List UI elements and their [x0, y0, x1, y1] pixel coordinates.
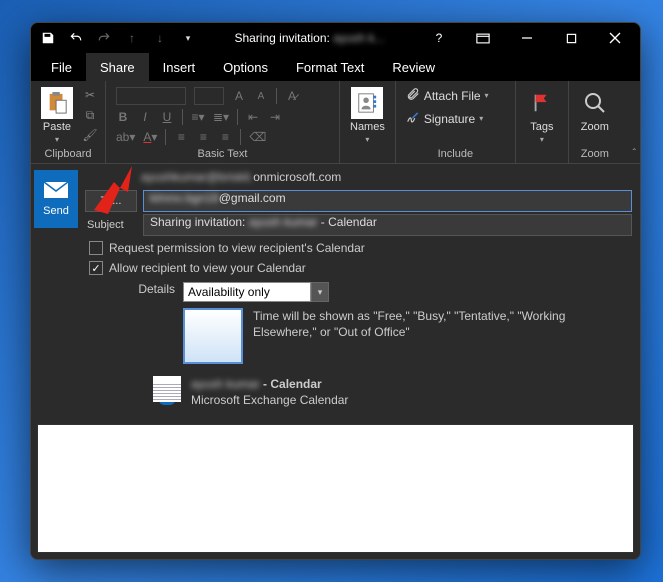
details-select[interactable]: Availability only — [183, 282, 311, 302]
tab-share[interactable]: Share — [86, 53, 149, 81]
collapse-ribbon-icon[interactable]: ˆ — [633, 148, 636, 159]
ribbon-group-clipboard: Paste ▾ ✂ ⧉ 🖌 Clipboard — [31, 81, 106, 163]
envelope-icon — [44, 182, 68, 201]
to-button[interactable]: To... — [85, 190, 137, 212]
numbering-icon[interactable]: ≣▾ — [213, 110, 229, 124]
bullets-icon[interactable]: ≡▾ — [191, 110, 205, 124]
indent-right-icon[interactable]: ⇥ — [268, 110, 282, 124]
redo-icon[interactable] — [91, 25, 117, 51]
minimize-button[interactable] — [506, 24, 548, 52]
to-field[interactable]: klmno.bgn18@gmail.com — [143, 190, 632, 212]
group-label-basictext: Basic Text — [112, 147, 333, 161]
ribbon: Paste ▾ ✂ ⧉ 🖌 Clipboard A — [31, 81, 640, 164]
undo-icon[interactable] — [63, 25, 89, 51]
font-size-select[interactable] — [194, 87, 224, 105]
details-label: Details — [85, 282, 175, 296]
align-center-icon[interactable]: ≡ — [196, 130, 210, 144]
qat-customize-icon[interactable]: ▾ — [175, 25, 201, 51]
request-permission-label: Request permission to view recipient's C… — [109, 241, 365, 255]
font-name-select[interactable] — [116, 87, 186, 105]
allow-view-checkbox[interactable] — [89, 261, 103, 275]
paperclip-icon — [406, 87, 420, 104]
message-body[interactable] — [37, 424, 634, 553]
group-label-clipboard: Clipboard — [37, 147, 99, 161]
calendar-icon — [153, 376, 181, 402]
copy-icon[interactable]: ⧉ — [81, 107, 99, 123]
zoom-button[interactable]: Zoom — [575, 85, 615, 135]
compose-area: Send ayushkumar@briskit.onmicrosoft.com … — [31, 164, 640, 559]
subject-label: Subject — [85, 219, 137, 231]
window-title: Sharing invitation: ayush k... — [201, 31, 418, 45]
eraser-icon[interactable]: ⌫ — [249, 130, 266, 144]
underline-button[interactable]: U — [160, 110, 174, 124]
signature-button[interactable]: Signature ▾ — [402, 108, 493, 129]
flag-icon — [526, 87, 558, 119]
maximize-button[interactable] — [550, 24, 592, 52]
names-button[interactable]: Names ▾ — [346, 85, 389, 146]
group-label-include: Include — [402, 147, 509, 161]
signature-icon — [406, 110, 420, 127]
outlook-window: ↑ ↓ ▾ Sharing invitation: ayush k... ? — [30, 22, 641, 560]
ribbon-group-basic-text: A A A̷ B I U ≡▾ ≣▾ ⇤ ⇥ — [106, 81, 340, 163]
group-label-zoom: Zoom — [575, 147, 615, 161]
attach-file-button[interactable]: Attach File ▾ — [402, 85, 493, 106]
window-mode-icon[interactable] — [462, 24, 504, 52]
paste-icon — [41, 87, 73, 119]
align-left-icon[interactable]: ≡ — [174, 130, 188, 144]
calendar-info: ayush kumar - Calendar Microsoft Exchang… — [191, 376, 348, 408]
tab-file[interactable]: File — [37, 53, 86, 81]
tab-options[interactable]: Options — [209, 53, 282, 81]
address-book-icon — [351, 87, 383, 119]
tab-insert[interactable]: Insert — [149, 53, 210, 81]
align-right-icon[interactable]: ≡ — [218, 130, 232, 144]
cut-icon[interactable]: ✂ — [81, 87, 99, 103]
paste-button[interactable]: Paste ▾ — [37, 85, 77, 146]
font-color-icon[interactable]: A▾ — [143, 130, 157, 144]
chevron-down-icon: ▾ — [479, 114, 483, 123]
close-button[interactable] — [594, 24, 636, 52]
highlight-icon[interactable]: ab▾ — [116, 130, 135, 144]
indent-left-icon[interactable]: ⇤ — [246, 110, 260, 124]
request-permission-checkbox[interactable] — [89, 241, 103, 255]
ribbon-group-names: Names ▾ — [340, 81, 396, 163]
chevron-down-icon: ▾ — [55, 135, 59, 144]
arrow-down-icon[interactable]: ↓ — [147, 25, 173, 51]
tab-format-text[interactable]: Format Text — [282, 53, 378, 81]
clear-format-icon[interactable]: A̷ — [285, 89, 299, 103]
chevron-down-icon: ▾ — [540, 135, 544, 144]
allow-view-label: Allow recipient to view your Calendar — [109, 261, 306, 275]
bold-button[interactable]: B — [116, 110, 130, 124]
ribbon-group-tags: Tags ▾ — [516, 81, 569, 163]
titlebar: ↑ ↓ ▾ Sharing invitation: ayush k... ? — [31, 23, 640, 53]
chevron-down-icon: ▾ — [485, 91, 489, 100]
arrow-up-icon[interactable]: ↑ — [119, 25, 145, 51]
menu-tabs: File Share Insert Options Format Text Re… — [31, 53, 640, 81]
send-button[interactable]: Send — [34, 170, 78, 228]
decrease-font-icon[interactable]: A — [254, 91, 268, 102]
tags-button[interactable]: Tags ▾ — [522, 85, 562, 146]
ribbon-group-include: Attach File ▾ Signature ▾ Include — [396, 81, 516, 163]
calendar-preview-icon — [183, 308, 243, 364]
format-painter-icon[interactable]: 🖌 — [81, 127, 99, 143]
details-dropdown-icon[interactable]: ▾ — [311, 282, 329, 302]
increase-font-icon[interactable]: A — [232, 89, 246, 103]
magnifier-icon — [579, 87, 611, 119]
details-description: Time will be shown as "Free," "Busy," "T… — [253, 308, 632, 340]
tab-review[interactable]: Review — [378, 53, 449, 81]
subject-field[interactable]: Sharing invitation: ayush kumar - Calend… — [143, 214, 632, 236]
save-icon[interactable] — [35, 25, 61, 51]
from-line: ayushkumar@briskit.onmicrosoft.com — [85, 168, 632, 188]
help-icon[interactable]: ? — [418, 24, 460, 52]
chevron-down-icon: ▾ — [365, 135, 369, 144]
italic-button[interactable]: I — [138, 110, 152, 124]
ribbon-group-zoom: Zoom Zoom — [569, 81, 621, 163]
